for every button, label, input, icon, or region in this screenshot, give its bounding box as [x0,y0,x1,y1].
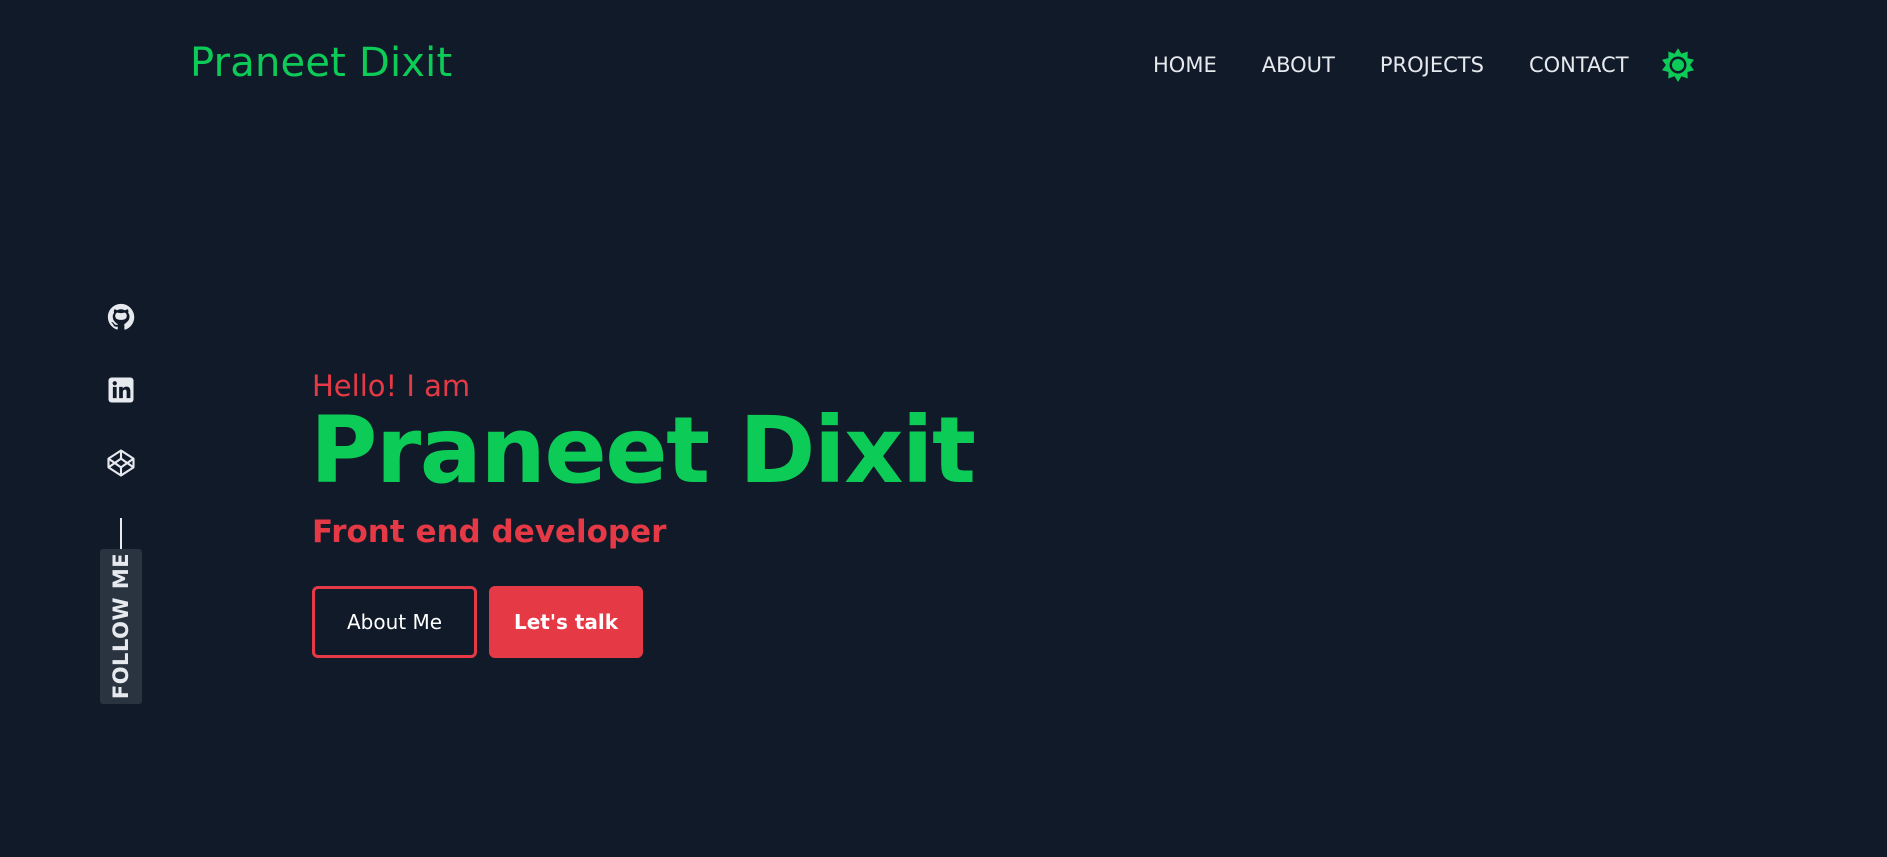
nav-home-link[interactable]: HOME [1153,52,1217,78]
github-icon[interactable] [106,302,136,332]
site-logo[interactable]: Praneet Dixit [190,40,452,86]
follow-me-badge: FOLLOW ME [100,549,142,704]
follow-divider [120,518,122,549]
nav-contact-link[interactable]: CONTACT [1529,52,1629,78]
hero-role: Front end developer [312,514,667,550]
linkedin-icon[interactable] [106,375,136,405]
page: Praneet Dixit HOME ABOUT PROJECTS CONTAC… [0,0,1887,857]
follow-me-label: FOLLOW ME [109,552,133,700]
nav-projects-link[interactable]: PROJECTS [1380,52,1484,78]
main-nav: HOME ABOUT PROJECTS CONTACT [1153,52,1663,78]
sun-icon[interactable] [1659,46,1697,84]
hero-name: Praneet Dixit [310,397,976,504]
nav-about-link[interactable]: ABOUT [1262,52,1335,78]
about-me-button[interactable]: About Me [312,586,477,658]
codepen-icon[interactable] [106,448,136,478]
lets-talk-button[interactable]: Let's talk [489,586,643,658]
